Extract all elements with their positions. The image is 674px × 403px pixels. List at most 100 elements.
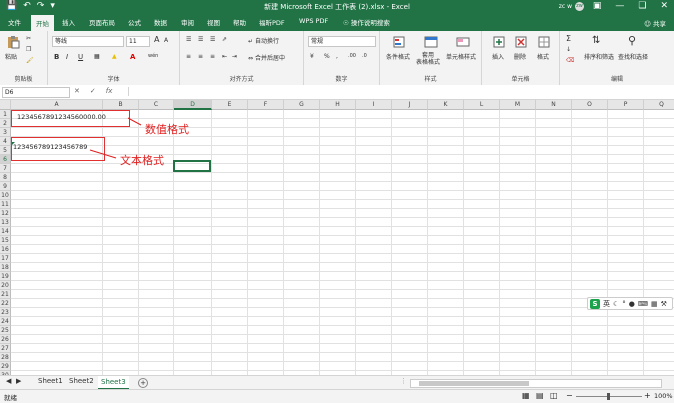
row-header-23[interactable]: 23 xyxy=(0,308,11,317)
border-icon[interactable]: ▦ xyxy=(94,53,100,60)
phonetic-button[interactable]: wén xyxy=(148,53,158,59)
column-header-j[interactable]: J xyxy=(392,100,428,110)
column-header-m[interactable]: M xyxy=(500,100,536,110)
minimize-icon[interactable]: — xyxy=(615,1,624,11)
ribbon-display-icon[interactable]: ▣ xyxy=(593,1,602,11)
row-header-19[interactable]: 19 xyxy=(0,272,11,281)
font-name-dropdown[interactable]: 等线 xyxy=(52,36,124,47)
row-header-5[interactable]: 5 xyxy=(0,146,11,155)
column-header-d[interactable]: D xyxy=(174,100,212,110)
row-header-8[interactable]: 8 xyxy=(0,173,11,182)
row-header-3[interactable]: 3 xyxy=(0,128,11,137)
formula-input[interactable] xyxy=(128,87,672,96)
align-middle-icon[interactable]: ☰ xyxy=(198,36,203,43)
column-header-c[interactable]: C xyxy=(139,100,174,110)
comma-button[interactable]: , xyxy=(336,53,338,60)
zoom-in-icon[interactable]: + xyxy=(644,391,651,400)
row-header-4[interactable]: 4 xyxy=(0,137,11,146)
zoom-out-icon[interactable]: − xyxy=(566,391,573,400)
decrease-indent-icon[interactable]: ⇤ xyxy=(222,53,227,60)
delete-cells-button[interactable]: 删除 xyxy=(514,52,526,61)
column-header-l[interactable]: L xyxy=(464,100,500,110)
page-layout-view-icon[interactable]: ▤ xyxy=(536,391,544,400)
ime-toolbar[interactable]: S 英 ☾ ° ● ⌨ ▦ ⚒ xyxy=(587,297,673,310)
select-all-button[interactable] xyxy=(0,100,11,110)
column-header-n[interactable]: N xyxy=(536,100,572,110)
horizontal-scrollbar[interactable] xyxy=(410,379,662,388)
shrink-font-button[interactable]: A xyxy=(164,37,168,44)
tab-wps-pdf[interactable]: WPS PDF xyxy=(299,17,328,25)
column-header-o[interactable]: O xyxy=(572,100,608,110)
currency-icon[interactable]: ¥ xyxy=(310,53,314,60)
close-icon[interactable]: ✕ xyxy=(660,1,668,11)
tab-help[interactable]: 帮助 xyxy=(233,17,246,27)
orientation-icon[interactable]: ⇗ xyxy=(222,36,227,43)
number-format-dropdown[interactable]: 常规 xyxy=(308,36,376,47)
row-header-22[interactable]: 22 xyxy=(0,299,11,308)
row-header-6[interactable]: 6 xyxy=(0,155,11,164)
font-color-icon[interactable]: A xyxy=(130,53,135,61)
row-header-10[interactable]: 10 xyxy=(0,191,11,200)
keyboard-icon[interactable]: ⌨ xyxy=(638,300,648,308)
format-cells-button[interactable]: 格式 xyxy=(537,52,549,61)
row-header-1[interactable]: 1 xyxy=(0,110,11,119)
column-header-q[interactable]: Q xyxy=(644,100,674,110)
insert-function-button[interactable]: fx xyxy=(106,87,113,95)
paste-button[interactable]: 粘贴 xyxy=(5,52,17,61)
align-right-icon[interactable]: ≡ xyxy=(210,53,215,60)
zoom-slider[interactable] xyxy=(576,393,642,400)
row-header-25[interactable]: 25 xyxy=(0,326,11,335)
sheet-tab-2[interactable]: Sheet2 xyxy=(69,377,94,385)
scrollbar-thumb[interactable] xyxy=(419,381,529,386)
fill-color-icon[interactable]: ▲ xyxy=(112,53,117,60)
increase-indent-icon[interactable]: ⇥ xyxy=(232,53,237,60)
decrease-decimal-icon[interactable]: .0 xyxy=(362,53,367,59)
align-bottom-icon[interactable]: ☰ xyxy=(210,36,215,43)
grow-font-button[interactable]: A xyxy=(154,35,159,44)
cancel-icon[interactable]: ✕ xyxy=(74,87,80,95)
format-painter-icon[interactable]: 🖌 xyxy=(26,57,34,64)
autosum-button[interactable]: Σ xyxy=(566,34,571,43)
add-sheet-icon[interactable]: + xyxy=(138,378,148,388)
cut-icon[interactable]: ✂ xyxy=(26,35,31,42)
column-header-p[interactable]: P xyxy=(608,100,644,110)
row-header-20[interactable]: 20 xyxy=(0,281,11,290)
cell-styles-button[interactable]: 单元格样式 xyxy=(446,52,476,61)
row-header-26[interactable]: 26 xyxy=(0,335,11,344)
row-header-21[interactable]: 21 xyxy=(0,290,11,299)
row-header-24[interactable]: 24 xyxy=(0,317,11,326)
tab-file[interactable]: 文件 xyxy=(8,17,21,27)
tab-review[interactable]: 审阅 xyxy=(181,17,194,27)
tab-home[interactable]: 开始 xyxy=(31,15,54,31)
tab-foxit-pdf[interactable]: 福昕PDF xyxy=(259,17,285,27)
user-account[interactable]: zc w zw xyxy=(559,2,584,11)
tab-formulas[interactable]: 公式 xyxy=(128,17,141,27)
column-header-f[interactable]: F xyxy=(248,100,284,110)
align-center-icon[interactable]: ≡ xyxy=(198,53,203,60)
align-left-icon[interactable]: ≡ xyxy=(186,53,191,60)
row-header-9[interactable]: 9 xyxy=(0,182,11,191)
copy-icon[interactable]: ❐ xyxy=(26,46,31,53)
increase-decimal-icon[interactable]: .00 xyxy=(348,53,356,59)
sheet-tab-1[interactable]: Sheet1 xyxy=(38,377,63,385)
zoom-level[interactable]: 100% xyxy=(654,392,673,400)
ime-mode[interactable]: 英 xyxy=(603,299,610,309)
insert-cells-button[interactable]: 插入 xyxy=(492,52,504,61)
moon-icon[interactable]: ☾ xyxy=(613,300,619,308)
wrap-text-button[interactable]: ↵ 自动换行 xyxy=(248,36,279,45)
prev-sheet-icon[interactable]: ◀ xyxy=(6,377,11,385)
row-header-11[interactable]: 11 xyxy=(0,200,11,209)
page-break-view-icon[interactable]: ◫ xyxy=(550,391,558,400)
column-header-b[interactable]: B xyxy=(103,100,139,110)
align-top-icon[interactable]: ☰ xyxy=(186,36,191,43)
split-handle-icon[interactable]: ⋮ xyxy=(400,377,407,385)
share-button[interactable]: ☺ 共享 xyxy=(644,18,666,28)
column-header-i[interactable]: I xyxy=(356,100,392,110)
zoom-slider-thumb[interactable] xyxy=(607,393,610,400)
skin-icon[interactable]: ▦ xyxy=(651,300,658,308)
row-header-15[interactable]: 15 xyxy=(0,236,11,245)
punctuation-icon[interactable]: ° xyxy=(622,300,626,308)
row-header-27[interactable]: 27 xyxy=(0,344,11,353)
bold-button[interactable]: B xyxy=(54,53,59,61)
tab-page-layout[interactable]: 页面布局 xyxy=(89,17,115,27)
